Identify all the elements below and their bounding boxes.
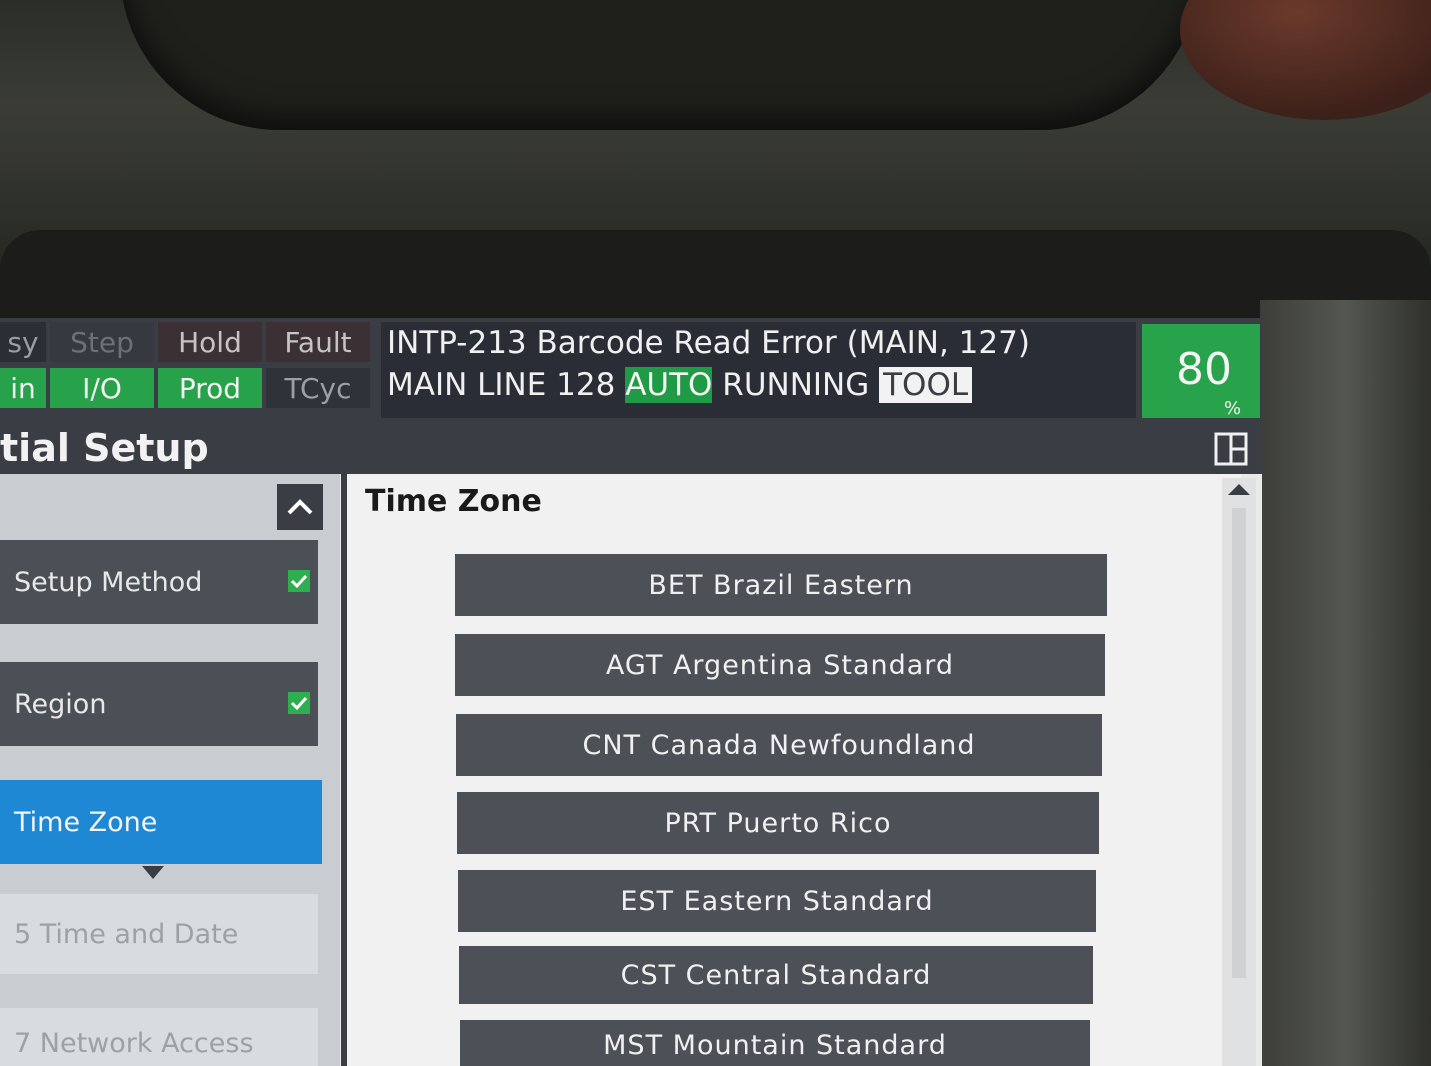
timezone-option[interactable]: AGT Argentina Standard <box>455 634 1105 696</box>
speed-override[interactable]: 80 % <box>1142 324 1260 419</box>
alarm-text: INTP-213 Barcode Read Error (MAIN, 127) <box>387 325 1030 361</box>
step-label: 7 Network Access <box>14 1027 254 1059</box>
teach-pendant-screen: sy Step Hold Fault in I/O Prod TCyc INTP… <box>0 318 1262 1066</box>
timezone-option[interactable]: PRT Puerto Rico <box>457 792 1099 854</box>
step-label: Time Zone <box>14 806 158 838</box>
timezone-option[interactable]: EST Eastern Standard <box>458 870 1096 932</box>
status-hold[interactable]: Hold <box>158 322 262 362</box>
chevron-up-icon <box>287 499 313 515</box>
step-label: 5 Time and Date <box>14 918 239 950</box>
tool-indicator: TOOL <box>879 367 973 403</box>
program-line: MAIN LINE 128 <box>387 367 626 403</box>
status-run[interactable]: in <box>0 368 46 408</box>
layout-icon[interactable] <box>1214 432 1248 466</box>
bezel-right-frame <box>1260 300 1431 1066</box>
timezone-option[interactable]: CNT Canada Newfoundland <box>456 714 1102 776</box>
status-step[interactable]: Step <box>50 322 154 362</box>
section-title: Time Zone <box>365 484 542 519</box>
scroll-up-icon[interactable] <box>1226 482 1252 498</box>
status-busy[interactable]: sy <box>0 322 46 362</box>
check-icon <box>288 570 310 592</box>
housing-handle <box>120 0 1200 130</box>
collapse-button[interactable] <box>277 484 323 530</box>
step-region[interactable]: Region <box>0 662 318 746</box>
status-fault[interactable]: Fault <box>266 322 370 362</box>
alarm-message-panel[interactable]: INTP-213 Barcode Read Error (MAIN, 127) … <box>381 322 1136 418</box>
step-time-and-date[interactable]: 5 Time and Date <box>0 894 318 974</box>
time-zone-content: Time Zone BET Brazil Eastern AGT Argenti… <box>341 474 1241 1066</box>
title-bar: tial Setup <box>0 422 1262 474</box>
timezone-option[interactable]: MST Mountain Standard <box>460 1020 1090 1066</box>
status-prod[interactable]: Prod <box>158 368 262 408</box>
status-io[interactable]: I/O <box>50 368 154 408</box>
step-setup-method[interactable]: Setup Method <box>0 540 318 624</box>
page-title: tial Setup <box>0 426 209 470</box>
step-label: Setup Method <box>14 566 203 598</box>
scroll-thumb[interactable] <box>1232 508 1246 978</box>
step-time-zone[interactable]: Time Zone <box>0 780 322 864</box>
override-value: 80 <box>1176 344 1232 395</box>
status-bar: sy Step Hold Fault in I/O Prod TCyc INTP… <box>0 318 1262 422</box>
status-tcyc[interactable]: TCyc <box>266 368 370 408</box>
step-label: Region <box>14 688 107 720</box>
mode-indicator: AUTO <box>625 367 713 403</box>
timezone-option[interactable]: BET Brazil Eastern <box>455 554 1107 616</box>
program-status-line: MAIN LINE 128 AUTO RUNNING TOOL <box>387 364 1136 406</box>
run-state: RUNNING <box>712 367 880 403</box>
chevron-down-icon[interactable] <box>142 866 164 880</box>
override-unit: % <box>1224 398 1242 419</box>
check-icon <box>288 692 310 714</box>
content-scrollbar[interactable] <box>1222 478 1256 1066</box>
step-network-access[interactable]: 7 Network Access <box>0 1008 318 1066</box>
timezone-option[interactable]: CST Central Standard <box>459 946 1093 1004</box>
setup-steps-panel: Setup Method Region Time Zone 5 Time and… <box>0 474 340 1066</box>
